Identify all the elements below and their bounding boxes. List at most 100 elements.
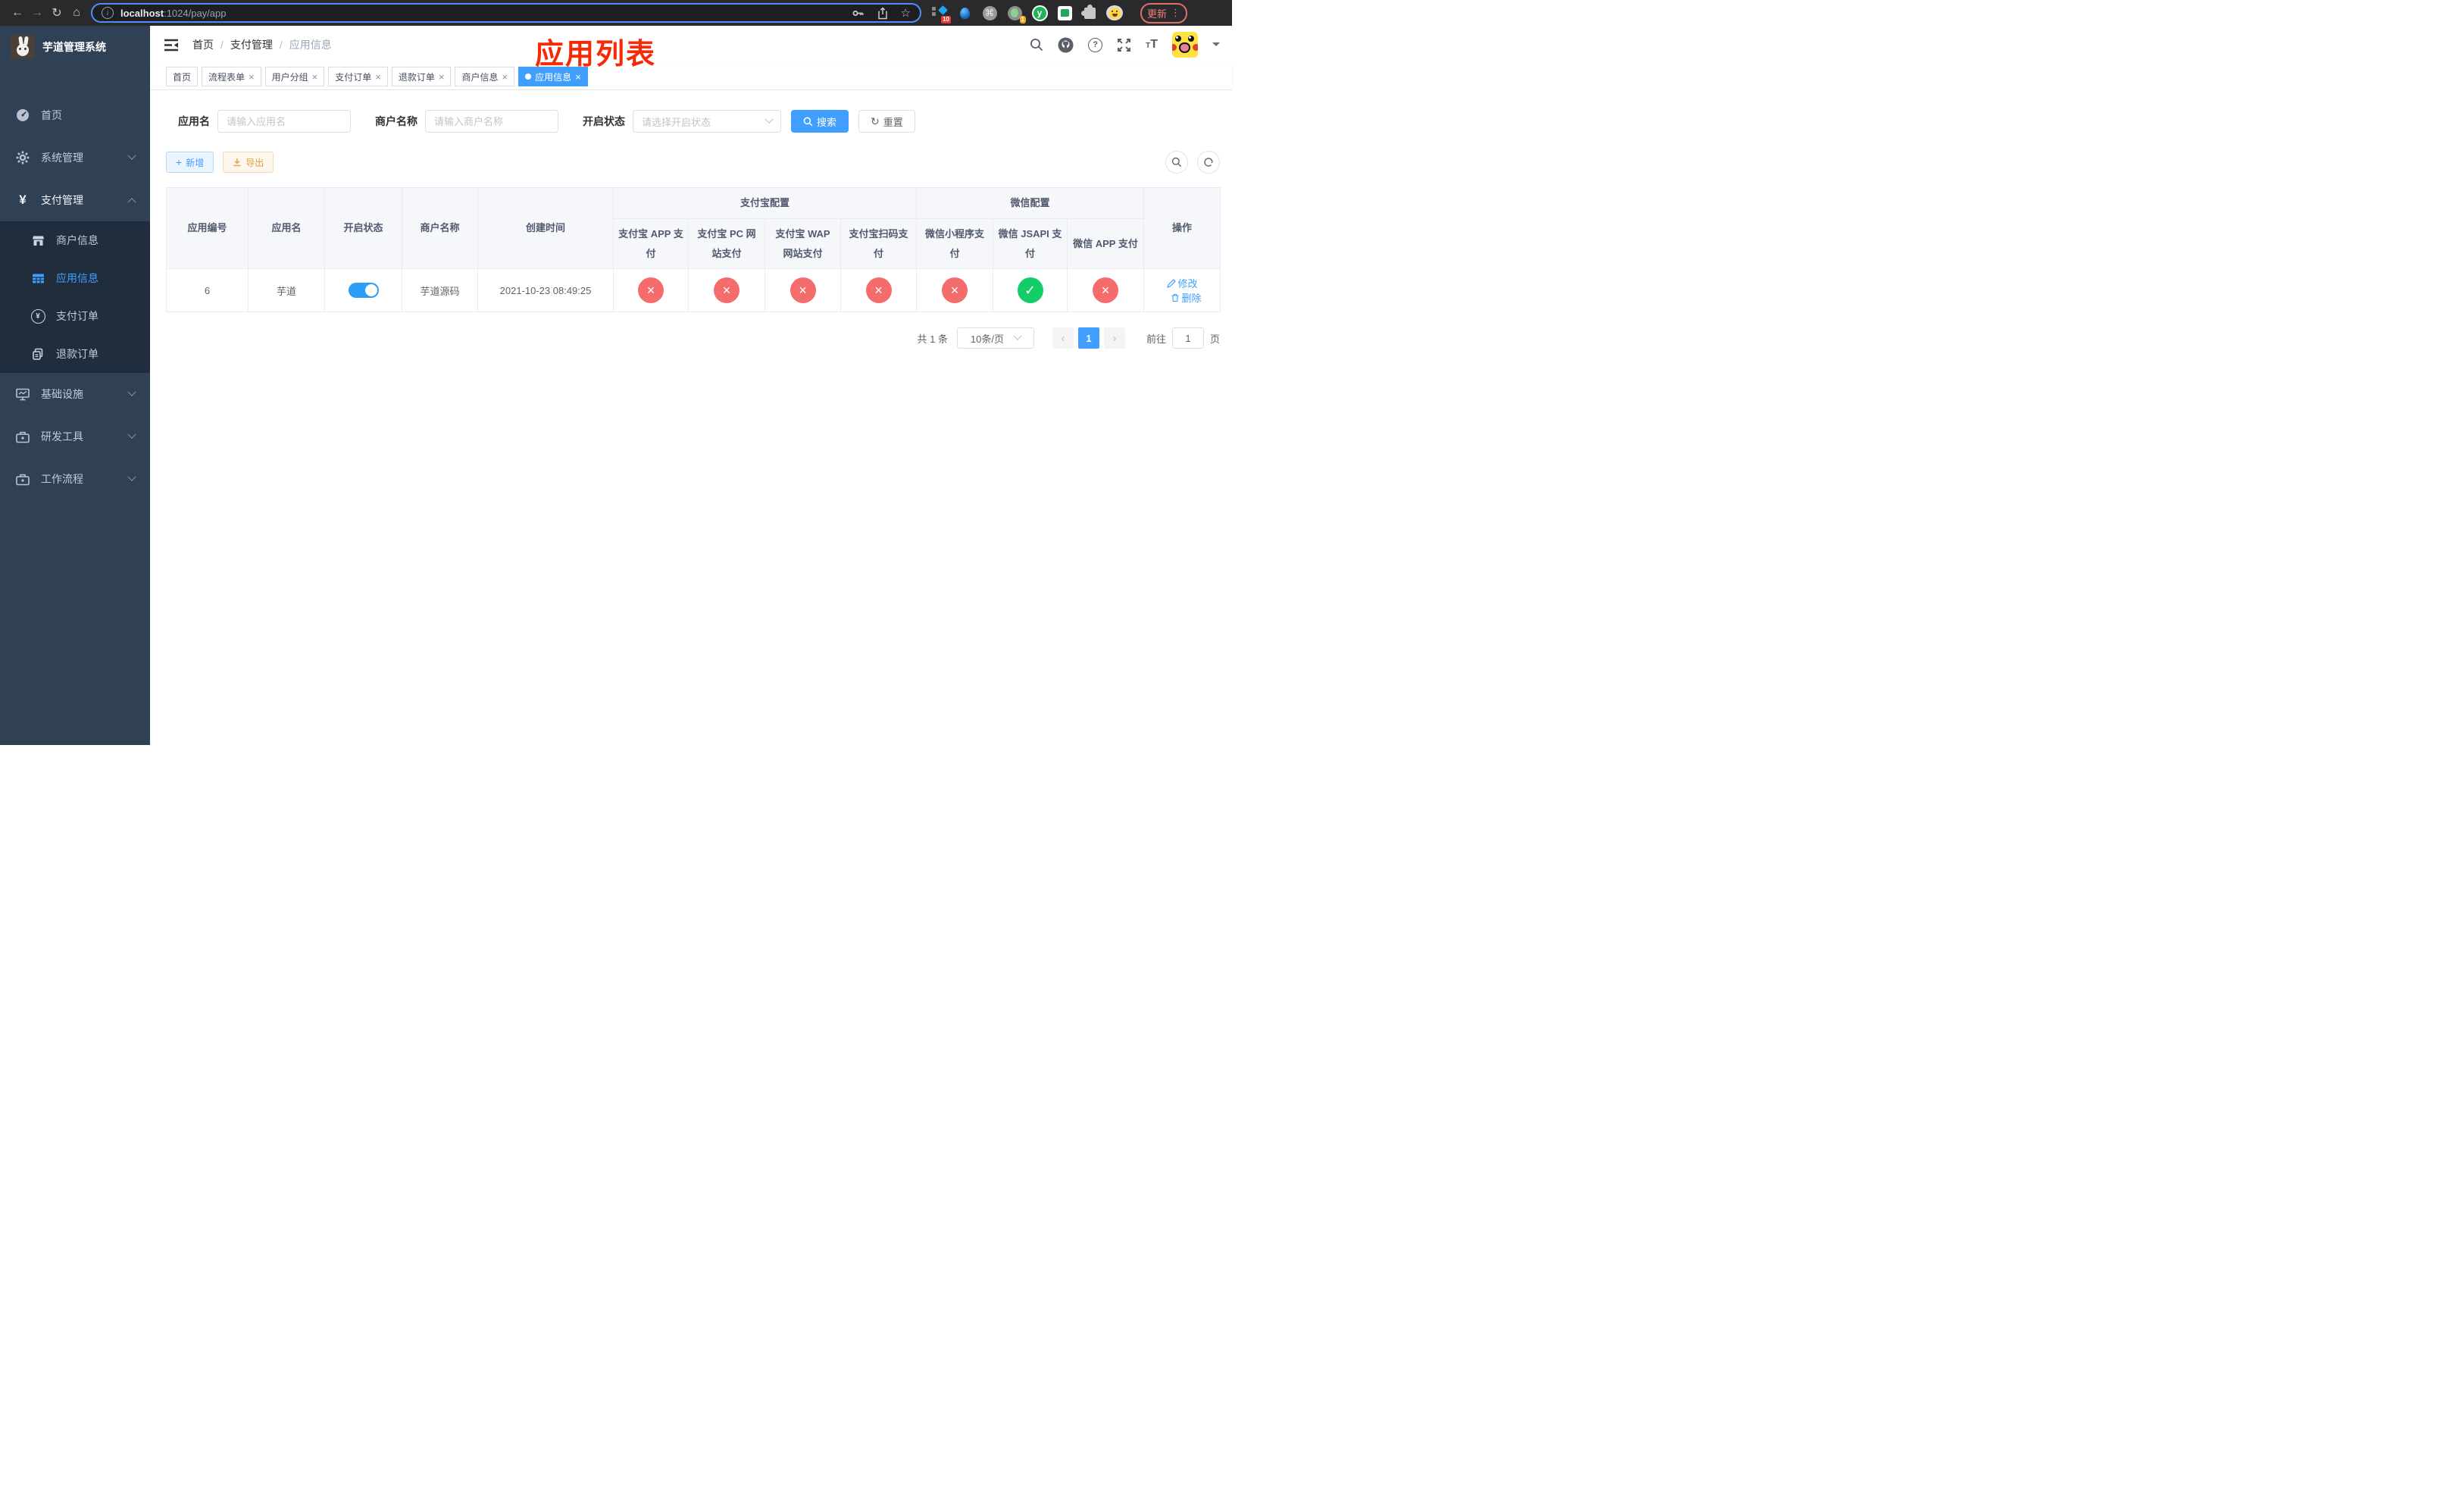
extension-chat-icon[interactable]	[1056, 5, 1073, 21]
alipay-qr-status-icon: ×	[865, 277, 892, 303]
yen-icon: ¥	[19, 193, 27, 207]
tab-merchant-info[interactable]: 商户信息 ×	[455, 67, 515, 86]
toggle-search-button[interactable]	[1165, 151, 1188, 174]
page-size-select[interactable]: 10条/页	[956, 327, 1034, 349]
address-bar[interactable]: i localhost:1024/pay/app ☆	[91, 3, 921, 23]
extension-icons: 10 ⌘ 1 y 更新 ⋮	[931, 2, 1188, 23]
logo-rabbit-image	[11, 35, 35, 59]
prev-page-button[interactable]: ‹	[1052, 327, 1074, 349]
tab-home[interactable]: 首页	[166, 67, 199, 86]
close-icon[interactable]: ×	[502, 72, 508, 82]
active-tab-dot	[525, 74, 532, 80]
col-wechat-app: 微信 APP 支付	[1067, 218, 1145, 269]
sidebar-item-app-info[interactable]: 应用信息	[0, 259, 150, 297]
open-status-toggle[interactable]	[348, 283, 379, 298]
sidebar-item-label: 支付管理	[41, 194, 83, 206]
breadcrumb-separator: /	[279, 39, 283, 51]
reset-button[interactable]: ↻ 重置	[858, 110, 915, 133]
close-icon[interactable]: ×	[439, 72, 445, 82]
sidebar-item-refund-orders[interactable]: 退款订单	[0, 335, 150, 373]
tab-process-form[interactable]: 流程表单 ×	[202, 67, 261, 86]
password-key-icon[interactable]	[852, 7, 865, 20]
next-page-button[interactable]: ›	[1103, 327, 1125, 349]
cell-open-status	[324, 268, 402, 312]
help-icon[interactable]: ?	[1088, 37, 1103, 52]
table-row: 6 芋道 芋道源码 2021-10-23 08:49:25 × × × × × …	[166, 268, 1221, 312]
cell-alipay-qr: ×	[840, 268, 918, 312]
site-info-icon[interactable]: i	[102, 7, 114, 19]
bookmark-star-icon[interactable]: ☆	[901, 8, 911, 19]
refresh-table-button[interactable]	[1197, 151, 1220, 174]
sidebar-item-home[interactable]: 首页	[0, 94, 150, 136]
sidebar-logo[interactable]: 芋道管理系统	[0, 26, 150, 68]
browser-home-button[interactable]: ⌂	[67, 3, 86, 23]
tab-pay-orders[interactable]: 支付订单 ×	[328, 67, 388, 86]
reset-button-label: 重置	[883, 116, 903, 128]
browser-update-button[interactable]: 更新 ⋮	[1140, 2, 1188, 23]
browser-back-button[interactable]: ←	[8, 3, 27, 23]
merchant-name-input[interactable]	[425, 110, 558, 133]
cell-app-id: 6	[166, 268, 249, 312]
browser-forward-button[interactable]: →	[27, 3, 47, 23]
sidebar-item-system[interactable]: 系统管理	[0, 136, 150, 179]
add-button[interactable]: + 新增	[166, 152, 214, 173]
sidebar-item-dev-tools[interactable]: 研发工具	[0, 415, 150, 458]
tab-refund-orders[interactable]: 退款订单 ×	[391, 67, 452, 86]
tab-user-group[interactable]: 用户分组 ×	[264, 67, 325, 86]
toolbox-icon	[15, 430, 30, 443]
col-alipay-pc: 支付宝 PC 网站支付	[688, 218, 765, 269]
sidebar-item-infrastructure[interactable]: 基础设施	[0, 373, 150, 415]
wechat-app-status-icon: ×	[1093, 277, 1119, 303]
cell-create-time: 2021-10-23 08:49:25	[477, 268, 614, 312]
sidebar-item-payment[interactable]: ¥ 支付管理	[0, 179, 150, 221]
sidebar-item-pay-orders[interactable]: ¥ 支付订单	[0, 297, 150, 335]
tab-label: 流程表单	[208, 71, 245, 83]
search-button[interactable]: 搜索	[791, 110, 849, 133]
refresh-icon	[1204, 158, 1213, 167]
export-button[interactable]: 导出	[223, 152, 274, 173]
cell-wechat-mini: ×	[916, 268, 994, 312]
open-status-select[interactable]: 请选择开启状态	[633, 110, 781, 133]
cell-actions: 修改 删除	[1143, 268, 1221, 312]
browser-reload-button[interactable]: ↻	[47, 3, 67, 23]
extension-diamond-icon[interactable]: 10	[931, 5, 951, 23]
tab-label: 首页	[173, 71, 192, 83]
breadcrumb-current: 应用信息	[289, 39, 332, 51]
delete-link[interactable]: 删除	[1171, 290, 1202, 305]
close-icon[interactable]: ×	[375, 72, 381, 82]
github-icon[interactable]	[1058, 37, 1074, 53]
fullscreen-icon[interactable]	[1117, 38, 1131, 52]
avatar[interactable]	[1172, 32, 1198, 58]
current-page-button[interactable]: 1	[1077, 327, 1099, 349]
extension-command-icon[interactable]: ⌘	[981, 5, 998, 21]
close-icon[interactable]: ×	[312, 72, 318, 82]
share-icon[interactable]	[877, 6, 889, 20]
sidebar-item-merchant-info[interactable]: 商户信息	[0, 221, 150, 259]
edit-link[interactable]: 修改	[1166, 276, 1198, 290]
breadcrumb-home[interactable]: 首页	[192, 37, 214, 52]
sidebar-item-label: 首页	[41, 109, 62, 121]
close-icon[interactable]: ×	[575, 72, 581, 82]
delete-label: 删除	[1181, 293, 1202, 304]
extension-badge-1: 1	[1019, 16, 1026, 23]
goto-page-input[interactable]	[1171, 327, 1204, 349]
app-name-input[interactable]	[217, 110, 351, 133]
close-icon[interactable]: ×	[249, 72, 255, 82]
extensions-puzzle-icon[interactable]	[1080, 4, 1098, 21]
profile-emoji-icon[interactable]	[1106, 5, 1123, 21]
download-icon	[233, 158, 241, 167]
browser-menu-icon[interactable]: ⋮	[1171, 7, 1180, 19]
extension-y-icon[interactable]: y	[1031, 5, 1048, 21]
pagination-total: 共 1 条	[917, 333, 948, 345]
col-create-time: 创建时间	[477, 187, 614, 269]
sidebar-item-workflow[interactable]: 工作流程	[0, 458, 150, 500]
extension-recorder-icon[interactable]: 1	[1006, 5, 1026, 23]
search-icon[interactable]	[1030, 38, 1043, 52]
export-button-label: 导出	[245, 157, 264, 168]
font-size-icon[interactable]: TT	[1146, 38, 1158, 52]
tab-label: 商户信息	[461, 71, 499, 83]
breadcrumb-payment[interactable]: 支付管理	[230, 37, 273, 52]
caret-down-icon[interactable]	[1212, 42, 1220, 50]
sidebar-collapse-icon[interactable]	[162, 36, 180, 54]
extension-balloon-icon[interactable]	[956, 5, 973, 21]
